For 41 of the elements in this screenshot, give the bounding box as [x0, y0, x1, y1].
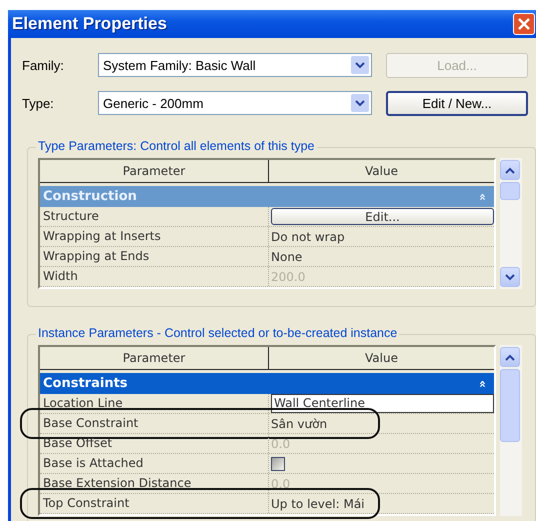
- table-cell: Top Constraint: [40, 494, 269, 513]
- chevron-down-icon: [505, 274, 515, 280]
- table-cell: Base Offset: [40, 434, 269, 453]
- group-title: Type Parameters: Control all elements of this type: [36, 139, 317, 153]
- table-cell: None: [271, 250, 302, 264]
- table-cell: Sân vườn: [271, 416, 328, 430]
- close-icon: [518, 18, 530, 30]
- table-cell: 0.0: [271, 436, 290, 450]
- table-cell: Location Line: [40, 394, 269, 413]
- table-cell: Base Extension Distance: [40, 474, 269, 493]
- close-button[interactable]: [513, 13, 535, 35]
- table-cell: Up to level: Mái: [271, 496, 365, 510]
- scroll-thumb[interactable]: [500, 182, 520, 200]
- field-label: Type:: [22, 96, 55, 110]
- chevron-down-icon: [355, 62, 365, 68]
- table-cell: 0.0: [271, 476, 290, 490]
- scroll-thumb[interactable]: [500, 369, 520, 442]
- table-cell: Wrapping at Ends: [40, 247, 269, 266]
- chevron-up-icon: [505, 354, 515, 360]
- dropdown[interactable]: System Family: Basic Wall: [98, 53, 372, 77]
- table-cell: Base Constraint: [40, 414, 269, 433]
- edit-button[interactable]: Edit...: [271, 208, 494, 225]
- group-title: Instance Parameters - Control selected or to-be-created instance: [36, 326, 400, 340]
- scrollbar[interactable]: [500, 345, 522, 516]
- table-cell: Width: [40, 267, 269, 286]
- value-field[interactable]: Wall Centerline: [271, 394, 494, 413]
- window-title: Element Properties: [12, 14, 167, 34]
- checkbox[interactable]: [271, 456, 285, 470]
- field-label: Family:: [22, 58, 65, 72]
- table-cell: 200.0: [271, 270, 306, 284]
- chevron-up-icon: [505, 166, 515, 174]
- chevron-down-icon: [355, 100, 365, 106]
- table-cell: Do not wrap: [271, 230, 345, 244]
- table-cell: Wrapping at Inserts: [40, 227, 269, 246]
- scrollbar[interactable]: [500, 158, 522, 289]
- edit-new-button[interactable]: Edit / New...: [386, 90, 528, 116]
- group-header[interactable]: Constraints »: [40, 373, 494, 394]
- table-cell: Structure: [40, 207, 269, 226]
- table-cell: Base is Attached: [40, 454, 269, 473]
- collapse-toggle[interactable]: »: [475, 380, 490, 388]
- dropdown[interactable]: Generic - 200mm: [98, 91, 372, 115]
